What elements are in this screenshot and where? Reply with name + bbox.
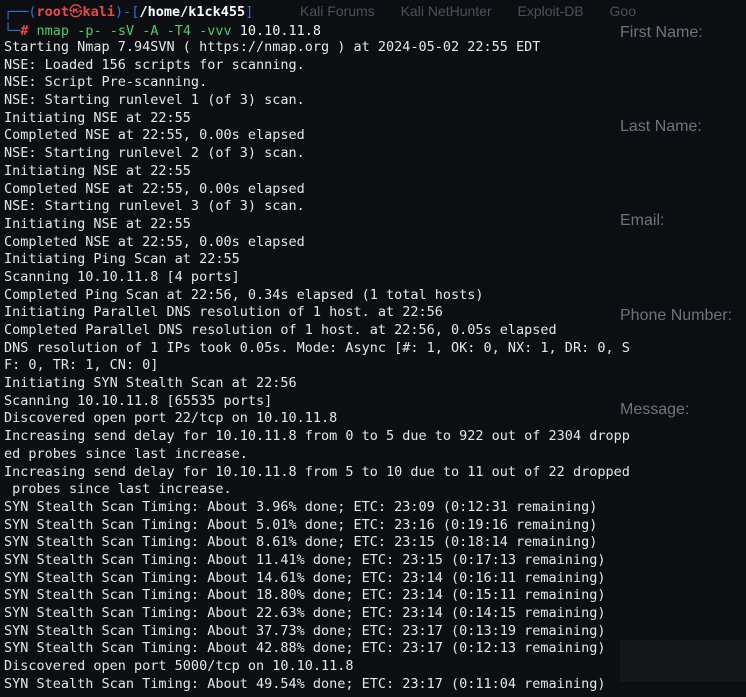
- terminal-output-line: Increasing send delay for 10.10.11.8 fro…: [4, 463, 630, 480]
- terminal-output-line: Initiating Parallel DNS resolution of 1 …: [4, 304, 443, 321]
- terminal-output-line: Completed Ping Scan at 22:56, 0.34s elap…: [4, 286, 484, 303]
- terminal-output-line: Starting Nmap 7.94SVN ( https://nmap.org…: [4, 39, 541, 55]
- terminal-output-line: SYN Stealth Scan Timing: About 11.41% do…: [4, 551, 606, 568]
- prompt-user: root: [36, 4, 70, 20]
- terminal-output-line: Initiating NSE at 22:55: [4, 162, 191, 179]
- terminal-output-line: ed probes since last increase.: [4, 445, 248, 462]
- prompt-host: kali: [82, 4, 116, 20]
- terminal-output-line: NSE: Loaded 156 scripts for scanning.: [4, 56, 305, 73]
- prompt-symbol: #: [20, 23, 29, 39]
- terminal-output-line: Initiating Ping Scan at 22:55: [4, 251, 240, 268]
- terminal-window[interactable]: ┌──(root㉿kali)-[/home/k1ck455] └─# nmap …: [0, 0, 746, 697]
- terminal-output-line: Completed NSE at 22:55, 0.00s elapsed: [4, 233, 305, 250]
- terminal-output-line: Completed NSE at 22:55, 0.00s elapsed: [4, 127, 305, 144]
- terminal-output-line: probes since last increase.: [4, 481, 232, 498]
- terminal-output: Starting Nmap 7.94SVN ( https://nmap.org…: [4, 39, 744, 693]
- terminal-output-line: Scanning 10.10.11.8 [4 ports]: [4, 268, 240, 285]
- terminal-output-line: Initiating NSE at 22:55: [4, 215, 191, 232]
- terminal-output-line: SYN Stealth Scan Timing: About 3.96% don…: [4, 498, 598, 515]
- terminal-output-line: SYN Stealth Scan Timing: About 22.63% do…: [4, 605, 606, 621]
- terminal-output-line: Increasing send delay for 10.10.11.8 fro…: [4, 428, 630, 445]
- terminal-output-line: Initiating NSE at 22:55: [4, 109, 191, 126]
- terminal-output-line: F: 0, TR: 1, CN: 0]: [4, 357, 159, 374]
- terminal-output-line: NSE: Starting runlevel 3 (of 3) scan.: [4, 198, 305, 215]
- command-args: -p- -sV -A -T4 -vvv: [77, 23, 232, 39]
- terminal-output-line: Discovered open port 22/tcp on 10.10.11.…: [4, 410, 338, 427]
- terminal-output-line: Discovered open port 5000/tcp on 10.10.1…: [4, 658, 354, 675]
- terminal-output-line: NSE: Starting runlevel 1 (of 3) scan.: [4, 92, 305, 109]
- terminal-output-line: SYN Stealth Scan Timing: About 8.61% don…: [4, 534, 598, 551]
- terminal-output-line: SYN Stealth Scan Timing: About 14.61% do…: [4, 569, 606, 586]
- command-name: nmap: [36, 23, 70, 39]
- prompt-separator: ㉿: [69, 4, 83, 20]
- terminal-output-line: SYN Stealth Scan Timing: About 5.01% don…: [4, 516, 598, 533]
- terminal-output-line: Completed NSE at 22:55, 0.00s elapsed: [4, 180, 305, 197]
- prompt-header: ┌──(root㉿kali)-[/home/k1ck455]: [4, 4, 254, 20]
- prompt-command-line[interactable]: └─# nmap -p- -sV -A -T4 -vvv 10.10.11.8: [4, 21, 321, 41]
- terminal-output-line: NSE: Script Pre-scanning.: [4, 74, 208, 91]
- terminal-output-line: Completed Parallel DNS resolution of 1 h…: [4, 322, 557, 338]
- terminal-output-line: SYN Stealth Scan Timing: About 37.73% do…: [4, 622, 606, 639]
- terminal-output-line: SYN Stealth Scan Timing: About 49.54% do…: [4, 675, 606, 692]
- prompt-cwd: /home/k1ck455: [139, 4, 246, 20]
- terminal-output-line: NSE: Starting runlevel 2 (of 3) scan.: [4, 145, 305, 162]
- terminal-output-line: SYN Stealth Scan Timing: About 18.80% do…: [4, 587, 606, 604]
- terminal-output-line: Scanning 10.10.11.8 [65535 ports]: [4, 392, 273, 409]
- terminal-output-line: Initiating SYN Stealth Scan at 22:56: [4, 375, 297, 392]
- command-target: 10.10.11.8: [239, 23, 322, 39]
- terminal-output-line: DNS resolution of 1 IPs took 0.05s. Mode…: [4, 339, 630, 356]
- terminal-output-line: SYN Stealth Scan Timing: About 42.88% do…: [4, 640, 606, 657]
